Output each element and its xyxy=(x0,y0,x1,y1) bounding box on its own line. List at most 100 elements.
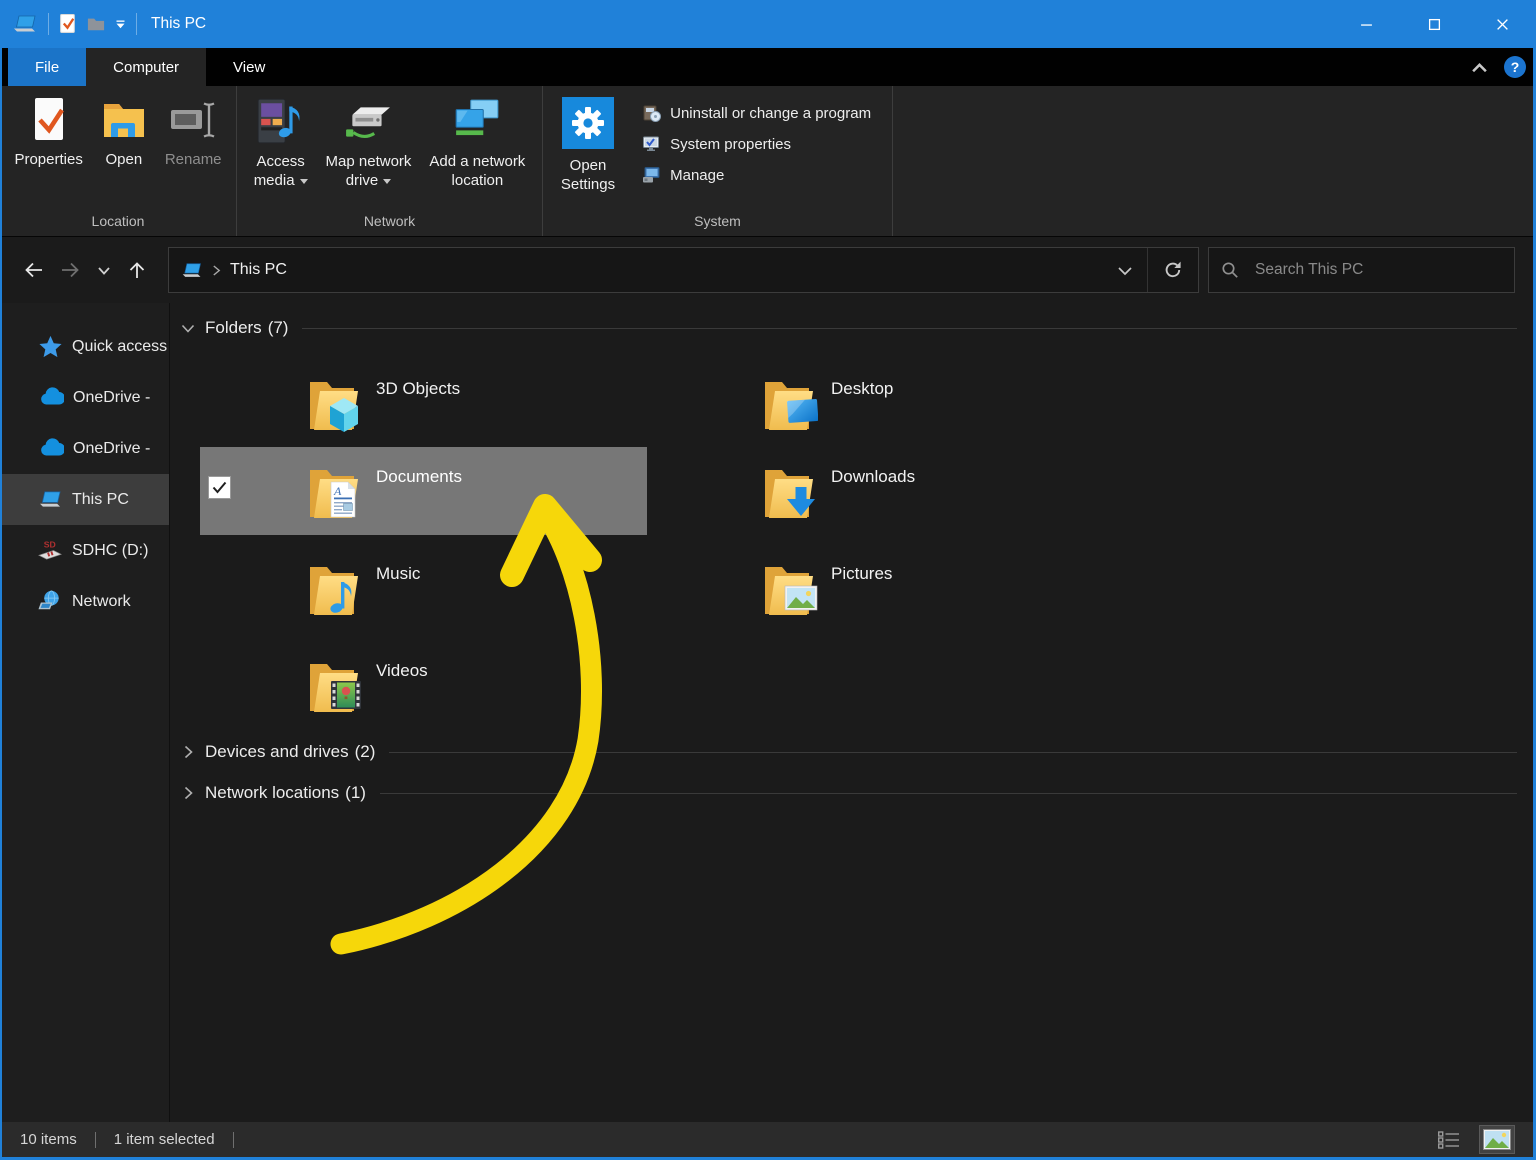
group-label-system: System xyxy=(694,213,741,229)
expand-chevron-icon xyxy=(184,745,193,759)
up-icon xyxy=(129,262,145,278)
large-icons-view-button[interactable] xyxy=(1479,1125,1515,1154)
collapse-ribbon-icon[interactable] xyxy=(1471,62,1488,73)
maximize-button[interactable] xyxy=(1400,0,1468,48)
dropdown-caret xyxy=(299,178,308,184)
divider xyxy=(136,13,137,35)
folder-music-icon xyxy=(310,567,358,615)
maximize-icon xyxy=(1428,18,1440,30)
item-count: 10 items xyxy=(20,1131,77,1148)
folder-pictures-icon xyxy=(765,567,818,615)
this-pc-icon xyxy=(182,262,201,277)
caption-buttons xyxy=(1332,0,1536,48)
window-title: This PC xyxy=(151,15,207,32)
group-header-folders[interactable]: Folders (7) xyxy=(171,315,1533,341)
tab-file[interactable]: File xyxy=(8,48,87,86)
rename-button[interactable]: Rename xyxy=(156,95,231,171)
onedrive-cloud-icon xyxy=(41,437,64,456)
refresh-button[interactable] xyxy=(1148,248,1198,292)
map-network-drive-button[interactable]: Map network drive xyxy=(317,95,421,192)
minimize-button[interactable] xyxy=(1332,0,1400,48)
media-server-icon xyxy=(257,98,300,144)
close-button[interactable] xyxy=(1468,0,1536,48)
breadcrumb[interactable]: This PC xyxy=(169,248,297,292)
forward-button[interactable] xyxy=(52,250,90,290)
folder-documents-icon: A xyxy=(310,470,358,518)
search-box[interactable] xyxy=(1208,247,1515,293)
sidebar-item-network[interactable]: Network xyxy=(0,576,169,627)
sidebar-item-onedrive-2[interactable]: OneDrive - xyxy=(0,423,169,474)
customize-toolbar-icon[interactable] xyxy=(115,20,126,29)
search-icon xyxy=(1222,262,1238,278)
up-button[interactable] xyxy=(118,250,156,290)
sd-card-icon: SD xyxy=(38,540,62,560)
sidebar-item-onedrive-1[interactable]: OneDrive - xyxy=(0,372,169,423)
this-pc-icon xyxy=(13,15,36,32)
folder-tile-documents[interactable]: A Documents xyxy=(200,447,647,535)
access-media-button[interactable]: Access media xyxy=(245,95,317,192)
add-network-location-button[interactable]: Add a network location xyxy=(420,95,534,192)
folder-downloads-icon xyxy=(765,470,815,518)
folder-tile-desktop[interactable]: Desktop xyxy=(655,359,1102,447)
network-globe-icon xyxy=(38,590,59,610)
sidebar-item-quick-access[interactable]: Quick access xyxy=(0,321,169,372)
star-icon xyxy=(39,335,62,358)
ribbon-group-system: Open Settings Uninstall or change a prog… xyxy=(543,86,893,236)
divider xyxy=(379,792,1517,794)
address-dropdown-button[interactable] xyxy=(1103,248,1147,292)
collapse-chevron-icon xyxy=(181,324,195,333)
svg-text:A: A xyxy=(333,484,342,498)
uninstall-program-button[interactable]: Uninstall or change a program xyxy=(634,101,879,125)
new-folder-icon[interactable] xyxy=(87,15,105,33)
status-bar: 10 items 1 item selected xyxy=(0,1122,1536,1157)
tab-view[interactable]: View xyxy=(206,48,292,86)
selection-count: 1 item selected xyxy=(113,1131,215,1148)
folder-videos-icon xyxy=(310,664,361,712)
quick-access-toolbar xyxy=(0,13,137,35)
group-header-devices-and-drives[interactable]: Devices and drives (2) xyxy=(171,739,1533,765)
ribbon: Properties Open Rename Location Access m… xyxy=(0,86,1536,237)
back-button[interactable] xyxy=(14,250,52,290)
folder-tile-music[interactable]: Music xyxy=(200,544,647,632)
tab-computer[interactable]: Computer xyxy=(86,48,207,86)
folder-tile-3d-objects[interactable]: 3D Objects xyxy=(200,359,647,447)
ribbon-group-location: Properties Open Rename Location xyxy=(0,86,237,236)
group-label-location: Location xyxy=(91,213,145,229)
chevron-down-icon xyxy=(1118,266,1132,275)
manage-button[interactable]: Manage xyxy=(634,163,879,187)
folder-tile-pictures[interactable]: Pictures xyxy=(655,544,1102,632)
folder-tile-videos[interactable]: Videos xyxy=(200,641,647,729)
main-area: Quick access OneDrive - OneDrive - This … xyxy=(0,303,1536,1122)
sidebar-item-sdhc-drive[interactable]: SD SDHC (D:) xyxy=(0,525,169,576)
recent-locations-button[interactable] xyxy=(90,250,118,290)
settings-gear-icon xyxy=(562,97,615,149)
details-view-icon xyxy=(1438,1130,1459,1149)
breadcrumb-chevron-icon xyxy=(213,264,221,276)
sidebar-item-this-pc[interactable]: This PC xyxy=(0,474,169,525)
network-location-icon xyxy=(455,99,499,136)
system-properties-button[interactable]: System properties xyxy=(634,132,879,156)
back-icon xyxy=(25,262,42,278)
folder-tile-downloads[interactable]: Downloads xyxy=(655,447,1102,535)
properties-icon xyxy=(34,98,64,140)
properties-button[interactable]: Properties xyxy=(5,95,91,171)
open-button[interactable]: Open xyxy=(92,95,156,171)
network-drive-icon xyxy=(346,107,391,138)
group-header-network-locations[interactable]: Network locations (1) xyxy=(171,780,1533,806)
manage-icon xyxy=(643,167,660,183)
address-bar[interactable]: This PC xyxy=(168,247,1199,293)
details-view-button[interactable] xyxy=(1434,1127,1464,1153)
system-properties-icon xyxy=(643,136,660,151)
group-label-network: Network xyxy=(363,213,416,229)
selection-checkbox[interactable] xyxy=(208,476,231,499)
open-settings-button[interactable]: Open Settings xyxy=(552,95,624,196)
thumbnail-view-icon xyxy=(1483,1129,1511,1150)
divider xyxy=(232,1131,234,1148)
divider xyxy=(302,327,1517,329)
help-icon[interactable]: ? xyxy=(1504,56,1526,78)
svg-text:SD: SD xyxy=(44,540,56,550)
navigation-bar: This PC xyxy=(0,237,1536,303)
search-input[interactable] xyxy=(1253,260,1502,280)
divider xyxy=(94,1131,96,1148)
properties-quick-icon[interactable] xyxy=(59,14,77,34)
